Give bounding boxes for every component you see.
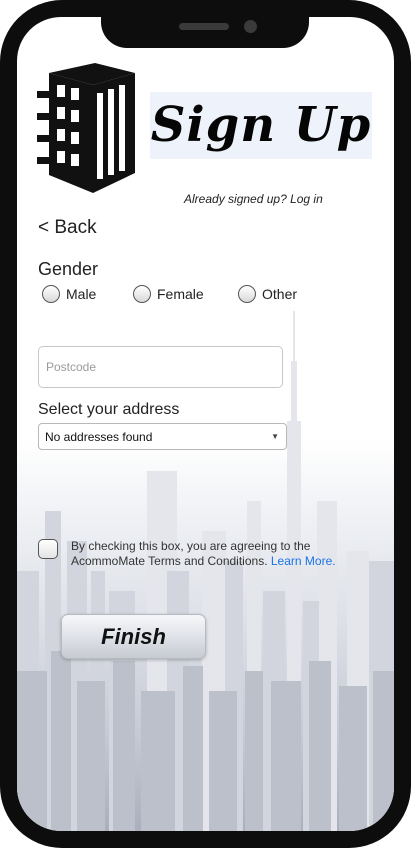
finish-button-label: Finish xyxy=(101,624,166,649)
gender-radio-female[interactable]: Female xyxy=(133,284,204,304)
radio-button-icon[interactable] xyxy=(133,285,151,303)
title-banner: Sign Up xyxy=(150,92,372,159)
terms-checkbox[interactable] xyxy=(38,539,58,559)
caret-down-icon: ▼ xyxy=(271,432,279,441)
learn-more-link[interactable]: Learn More. xyxy=(271,554,336,568)
gender-radio-other[interactable]: Other xyxy=(238,284,297,304)
radio-label: Female xyxy=(157,286,204,302)
app-screen: Sign Up Already signed up? Log in < Back… xyxy=(17,17,394,831)
address-selected-value: No addresses found xyxy=(45,430,153,444)
speaker-grille xyxy=(179,23,229,30)
page-title: Sign Up xyxy=(150,97,372,153)
address-select[interactable]: No addresses found ▼ xyxy=(38,423,287,450)
back-button[interactable]: < Back xyxy=(38,217,97,239)
gender-radio-male[interactable]: Male xyxy=(42,284,96,304)
phone-notch xyxy=(101,17,309,48)
address-label: Select your address xyxy=(38,401,180,418)
radio-button-icon[interactable] xyxy=(42,285,60,303)
login-link[interactable]: Already signed up? Log in xyxy=(184,192,323,206)
postcode-placeholder: Postcode xyxy=(46,360,97,374)
front-camera xyxy=(244,20,257,33)
gender-label: Gender xyxy=(38,259,99,279)
radio-label: Male xyxy=(66,286,97,302)
finish-button[interactable]: Finish xyxy=(61,614,206,659)
radio-button-icon[interactable] xyxy=(238,285,256,303)
terms-text: By checking this box, you are agreeing t… xyxy=(71,539,336,569)
postcode-input[interactable]: Postcode xyxy=(38,346,283,388)
phone-frame: Sign Up Already signed up? Log in < Back… xyxy=(0,0,411,848)
radio-label: Other xyxy=(262,286,298,302)
building-icon xyxy=(37,63,135,193)
